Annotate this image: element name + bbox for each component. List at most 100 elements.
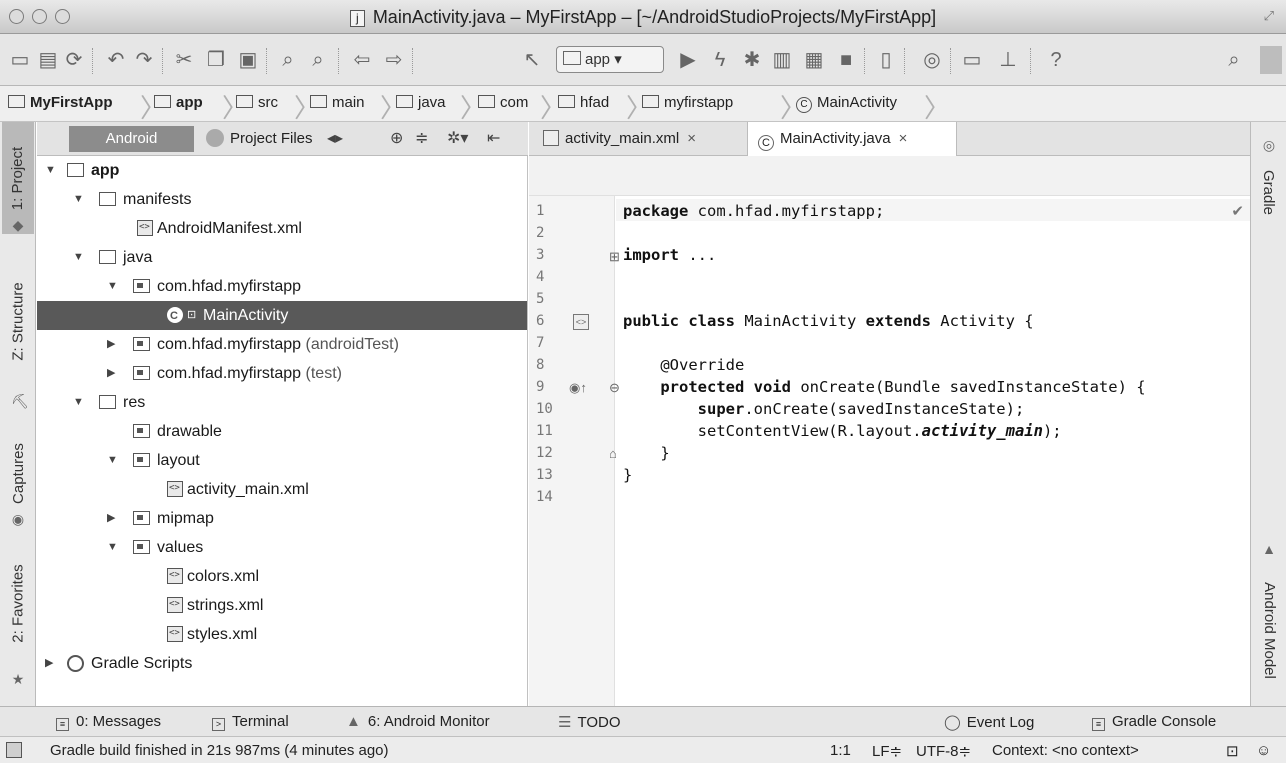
status-message[interactable]: Gradle build finished in 21s 987ms (4 mi…: [50, 742, 389, 759]
tree-node-package-test[interactable]: ▶ com.hfad.myfirstapp (test): [37, 359, 527, 388]
crumb-app[interactable]: app: [154, 94, 203, 111]
attach-debugger-icon[interactable]: ▦: [802, 48, 826, 72]
collapse-arrow-icon[interactable]: ▶: [107, 504, 115, 533]
make-icon[interactable]: ↖: [520, 48, 544, 72]
crumb-mainactivity[interactable]: C MainActivity: [796, 94, 897, 113]
hide-panel-icon[interactable]: ⇤: [487, 128, 500, 148]
user-icon[interactable]: [1260, 46, 1282, 74]
expand-arrow-icon[interactable]: ▼: [107, 446, 118, 475]
layout-preview-icon[interactable]: <>: [573, 314, 589, 330]
tree-node-activity-main-xml[interactable]: activity_main.xml: [37, 475, 527, 504]
crumb-myfirstapp[interactable]: myfirstapp: [642, 94, 733, 111]
messages-tool-button[interactable]: ≡ 0: Messages: [56, 713, 161, 731]
cut-icon[interactable]: ✂: [172, 48, 196, 72]
tree-node-gradle-scripts[interactable]: ▶ Gradle Scripts: [37, 649, 527, 678]
save-icon[interactable]: ▤: [36, 48, 60, 72]
project-structure-icon[interactable]: ⊥: [996, 48, 1020, 72]
tree-node-androidmanifest[interactable]: AndroidManifest.xml: [37, 214, 527, 243]
crumb-src[interactable]: src: [236, 94, 278, 111]
expand-arrow-icon[interactable]: ▼: [73, 388, 84, 417]
expand-arrow-icon[interactable]: ▼: [73, 185, 84, 214]
avd-manager-icon[interactable]: ▯: [874, 48, 898, 72]
override-marker-icon[interactable]: ◉↑: [569, 380, 587, 396]
context-selector[interactable]: Context: <no context>: [992, 742, 1139, 759]
settings-gear-icon[interactable]: ✲▾: [447, 128, 468, 148]
tree-node-drawable[interactable]: drawable: [37, 417, 527, 446]
find-icon[interactable]: ⌕: [276, 48, 300, 72]
tree-node-package-androidtest[interactable]: ▶ com.hfad.myfirstapp (androidTest): [37, 330, 527, 359]
sync-icon[interactable]: ⟳: [62, 48, 86, 72]
run-icon[interactable]: ▶: [676, 48, 700, 72]
tab-favorites[interactable]: 2: Favorites: [2, 542, 34, 664]
caret-position[interactable]: 1:1: [830, 742, 851, 759]
copy-icon[interactable]: ❐: [204, 48, 228, 72]
forward-icon[interactable]: ⇨: [382, 48, 406, 72]
tree-node-strings-xml[interactable]: strings.xml: [37, 591, 527, 620]
collapse-arrow-icon[interactable]: ▶: [45, 649, 53, 678]
tree-node-styles-xml[interactable]: styles.xml: [37, 620, 527, 649]
apply-changes-icon[interactable]: ϟ: [708, 48, 732, 72]
fold-end-icon[interactable]: ⌂: [609, 446, 617, 461]
inspector-icon[interactable]: ☺: [1256, 742, 1271, 759]
run-config-dropdown[interactable]: app ▾: [556, 46, 664, 73]
crumb-com[interactable]: com: [478, 94, 528, 111]
search-everywhere-icon[interactable]: ⌕: [1222, 48, 1246, 72]
tree-node-manifests[interactable]: ▼ manifests: [37, 185, 527, 214]
fold-collapse-icon[interactable]: ⊖: [609, 380, 620, 396]
help-icon[interactable]: ?: [1044, 48, 1068, 72]
android-monitor-tool-button[interactable]: ▲ 6: Android Monitor: [346, 713, 490, 730]
terminal-tool-button[interactable]: > Terminal: [212, 713, 289, 731]
scroll-from-source-icon[interactable]: ⊕: [390, 128, 403, 148]
fold-expand-icon[interactable]: ⊞: [609, 249, 620, 265]
expand-arrow-icon[interactable]: ▼: [107, 272, 118, 301]
stop-icon[interactable]: ■: [834, 48, 858, 72]
todo-tool-button[interactable]: ☰ TODO: [558, 713, 621, 731]
close-tab-icon[interactable]: ×: [899, 130, 908, 147]
tab-mainactivity-java[interactable]: C MainActivity.java ×: [747, 122, 957, 157]
collapse-arrow-icon[interactable]: ▶: [107, 330, 115, 359]
tree-node-mainactivity[interactable]: ⊡ MainActivity: [37, 301, 527, 331]
toggle-tool-windows-icon[interactable]: [6, 742, 22, 758]
expand-arrow-icon[interactable]: ▼: [73, 243, 84, 272]
collapse-arrow-icon[interactable]: ▶: [107, 359, 115, 388]
tree-node-app[interactable]: ▼ app: [37, 156, 527, 185]
crumb-java[interactable]: java: [396, 94, 446, 111]
view-android-button[interactable]: Android: [69, 126, 194, 152]
crumb-main[interactable]: main: [310, 94, 365, 111]
code-editor[interactable]: ✔ 1 2 3 4 5 6 7 8 9 10 11 12 13 14 ⊞ <> …: [529, 156, 1250, 706]
tree-node-java[interactable]: ▼ java: [37, 243, 527, 272]
undo-icon[interactable]: ↶: [104, 48, 128, 72]
fullscreen-icon[interactable]: ⤢: [1264, 8, 1274, 24]
paste-icon[interactable]: ▣: [236, 48, 260, 72]
read-only-lock-icon[interactable]: ⊡: [1226, 742, 1239, 760]
open-icon[interactable]: ▭: [8, 48, 32, 72]
tree-node-package[interactable]: ▼ com.hfad.myfirstapp: [37, 272, 527, 301]
tab-captures[interactable]: Captures: [2, 422, 34, 524]
redo-icon[interactable]: ↷: [132, 48, 156, 72]
debug-icon[interactable]: ✱: [740, 48, 764, 72]
tree-node-colors-xml[interactable]: colors.xml: [37, 562, 527, 591]
tree-node-values[interactable]: ▼ values: [37, 533, 527, 562]
close-tab-icon[interactable]: ×: [687, 130, 696, 147]
event-log-tool-button[interactable]: ◯ Event Log: [944, 713, 1034, 731]
back-icon[interactable]: ⇦: [350, 48, 374, 72]
tab-gradle[interactable]: Gradle: [1253, 152, 1285, 232]
crumb-project[interactable]: MyFirstApp: [8, 94, 113, 111]
expand-arrow-icon[interactable]: ▼: [107, 533, 118, 562]
tree-node-layout[interactable]: ▼ layout: [37, 446, 527, 475]
tab-android-model[interactable]: Android Model: [1253, 560, 1285, 700]
tab-structure[interactable]: Z: Structure: [2, 250, 34, 392]
profile-icon[interactable]: ▥: [770, 48, 794, 72]
encoding-selector[interactable]: UTF-8≑: [916, 742, 971, 760]
replace-icon[interactable]: ⌕: [306, 48, 330, 72]
line-separator-selector[interactable]: LF≑: [872, 742, 902, 760]
device-monitor-icon[interactable]: ▭: [960, 48, 984, 72]
crumb-hfad[interactable]: hfad: [558, 94, 609, 111]
gradle-console-tool-button[interactable]: ≡ Gradle Console: [1092, 713, 1216, 731]
tree-node-mipmap[interactable]: ▶ mipmap: [37, 504, 527, 533]
sdk-manager-icon[interactable]: ◎: [920, 48, 944, 72]
collapse-all-icon[interactable]: ≑: [415, 128, 428, 148]
expand-arrow-icon[interactable]: ▼: [45, 156, 56, 185]
switch-view-icon[interactable]: ◂▸: [327, 128, 343, 148]
tab-activity-main-xml[interactable]: activity_main.xml ×: [533, 122, 739, 156]
